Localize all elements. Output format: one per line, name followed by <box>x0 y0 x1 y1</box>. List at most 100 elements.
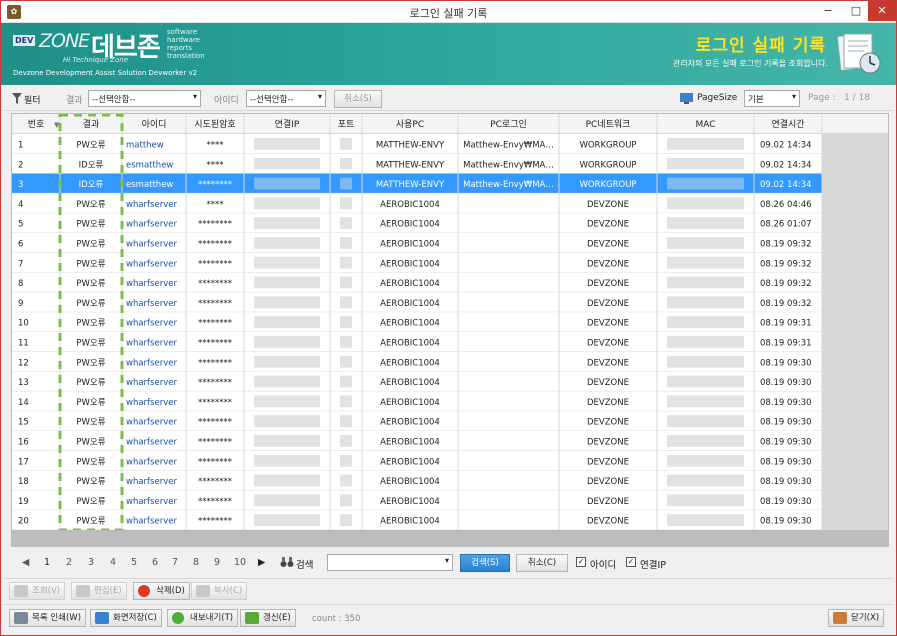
page-link[interactable]: 8 <box>193 557 199 568</box>
column-header[interactable]: PC네트워크 <box>586 119 631 130</box>
print-list-button[interactable]: 목록 인쇄(W) <box>9 609 87 627</box>
page-link[interactable]: 7 <box>172 557 178 568</box>
table-cell: wharfserver <box>126 200 177 210</box>
table-row[interactable]: 4 PW오류 wharfserver **** AEROBIC1004 DEVZONE 08… <box>12 193 889 214</box>
masked-cell <box>667 157 744 170</box>
table-row[interactable]: 15 PW오류 wharfserver ******** AEROBIC1004 DEVZ… <box>12 411 889 432</box>
minimize-button[interactable]: − <box>815 1 841 21</box>
table-row[interactable]: 11 PW오류 wharfserver ******** AEROBIC1004 DEVZ… <box>12 332 889 353</box>
table-cell: PW오류 <box>76 141 105 151</box>
row-filler <box>822 153 888 174</box>
masked-cell <box>667 276 744 289</box>
column-header[interactable]: 아이디 <box>142 119 167 130</box>
query-button[interactable]: 조회(V) <box>9 582 66 600</box>
id-filter-select[interactable]: --선택안함-- ▾ <box>246 90 326 107</box>
column-header[interactable]: 포트 <box>338 120 355 130</box>
table-row[interactable]: 17 PW오류 wharfserver ******** AEROBIC1004 DEVZ… <box>12 450 889 472</box>
table-row[interactable]: 8 PW오류 wharfserver ******** AEROBIC1004 DEVZO… <box>12 272 889 293</box>
row-filler <box>822 292 888 313</box>
page-label: Page : <box>808 93 836 103</box>
column-header[interactable]: PC로그인 <box>490 119 527 130</box>
table-row[interactable]: 7 PW오류 wharfserver ******** AEROBIC1004 DEVZO… <box>12 252 889 274</box>
masked-cell <box>254 197 320 210</box>
table-row[interactable]: 14 PW오류 wharfserver ******** AEROBIC1004 DEVZ… <box>12 391 889 412</box>
copy-button[interactable]: 복사(C) <box>191 582 248 600</box>
search-id-checkbox[interactable]: ✓ <box>576 557 586 567</box>
table-row[interactable]: 6 PW오류 wharfserver ******** AEROBIC1004 DEVZO… <box>12 233 889 254</box>
table-cell: wharfserver <box>126 259 177 269</box>
login-failure-table[interactable]: 번호 결과 아이디 시도된암호 연결IP 포트 사용PC PC로그인 PC네트워크 MAC 연결시간… <box>11 113 889 531</box>
filter-cancel-button[interactable]: 취소(S) <box>334 90 382 108</box>
table-row[interactable]: 12 PW오류 wharfserver ******** AEROBIC1004 DEVZ… <box>12 351 889 373</box>
page-link[interactable]: 3 <box>88 557 94 568</box>
result-filter-select[interactable]: --선택안함-- ▾ <box>88 90 201 107</box>
search-ip-checkbox[interactable]: ✓ <box>626 557 636 567</box>
table-cell: ******** <box>198 457 232 467</box>
pencil-icon <box>76 585 90 597</box>
view-icon <box>14 585 28 597</box>
column-header[interactable]: 시도된암호 <box>194 118 235 130</box>
row-filler <box>822 272 888 293</box>
table-row[interactable]: 19 PW오류 wharfserver ******** AEROBIC1004 DEVZ… <box>12 490 889 511</box>
table-cell: Matthew-Envy₩MA… <box>463 141 554 151</box>
table-row[interactable]: 13 PW오류 wharfserver ******** AEROBIC1004 DEVZ… <box>12 371 889 392</box>
page-link[interactable]: 6 <box>152 557 158 568</box>
column-header[interactable]: 연결IP <box>275 119 300 130</box>
filter-label: 필터 <box>24 96 41 106</box>
table-cell: 08.26 04:46 <box>760 200 812 210</box>
copy-icon <box>196 585 210 597</box>
page-link[interactable]: 2 <box>66 557 72 568</box>
table-cell: ******** <box>198 299 232 309</box>
table-cell: esmatthew <box>126 160 173 170</box>
table-row[interactable]: 5 PW오류 wharfserver ******** AEROBIC1004 DEVZO… <box>12 213 889 234</box>
row-filler <box>822 134 888 154</box>
masked-cell <box>340 138 352 150</box>
close-window-button[interactable]: ✕ <box>868 1 896 21</box>
table-cell: wharfserver <box>126 299 177 309</box>
maximize-button[interactable]: □ <box>843 1 869 21</box>
table-cell: DEVZONE <box>587 240 629 250</box>
column-header[interactable]: 결과 <box>83 119 100 130</box>
table-cell: wharfserver <box>126 339 177 349</box>
table-row[interactable]: 9 PW오류 wharfserver ******** AEROBIC1004 DEVZO… <box>12 292 889 313</box>
page-link[interactable]: 5 <box>131 557 137 568</box>
search-button[interactable]: 검색(S) <box>460 554 510 572</box>
refresh-button[interactable]: 갱신(E) <box>240 609 296 627</box>
export-label: 내보내기(T) <box>190 613 234 623</box>
search-cancel-button[interactable]: 취소(C) <box>516 554 568 572</box>
column-header[interactable]: MAC <box>695 120 715 130</box>
next-page-icon[interactable]: ▶ <box>258 557 265 568</box>
delete-button[interactable]: 삭제(D) <box>133 582 190 600</box>
prev-page-icon[interactable]: ◀ <box>22 557 29 568</box>
row-filler <box>822 332 888 352</box>
page-link[interactable]: 4 <box>110 557 116 568</box>
save-screen-button[interactable]: 화면저장(C) <box>90 609 162 627</box>
column-header[interactable]: 번호 <box>28 119 45 130</box>
pagesize-select[interactable]: 기본 ▾ <box>744 90 800 107</box>
export-button[interactable]: 내보내기(T) <box>167 609 239 627</box>
page-link[interactable]: 9 <box>214 557 220 568</box>
masked-cell <box>340 514 352 526</box>
masked-cell <box>340 237 352 249</box>
pagesize-value: 기본 <box>748 95 764 105</box>
column-header[interactable]: 연결시간 <box>771 119 804 130</box>
table-cell: ******** <box>198 438 232 448</box>
table-row[interactable]: 18 PW오류 wharfserver ******** AEROBIC1004 DEVZ… <box>12 470 889 491</box>
masked-cell <box>340 316 352 328</box>
table-row[interactable]: 1 PW오류 matthew **** MATTHEW-ENVY Matthew-Envy… <box>12 134 889 155</box>
table-row[interactable]: 2 ID오류 esmatthew **** MATTHEW-ENVY Matthew-En… <box>12 153 889 175</box>
search-input[interactable]: ▾ <box>327 554 453 571</box>
table-row[interactable]: 3 ID오류 esmatthew ******** MATTHEW-ENVY Matthe… <box>12 173 889 194</box>
table-cell: DEVZONE <box>587 220 629 230</box>
table-row[interactable]: 16 PW오류 wharfserver ******** AEROBIC1004 DEVZ… <box>12 431 889 452</box>
page-link[interactable]: 1 <box>44 557 50 568</box>
table-row[interactable]: 10 PW오류 wharfserver ******** AEROBIC1004 DEVZ… <box>12 312 889 333</box>
monitor-icon <box>680 93 693 104</box>
table-cell: 08.19 09:30 <box>760 378 812 388</box>
edit-button[interactable]: 편집(E) <box>71 582 127 600</box>
masked-cell <box>254 217 320 229</box>
table-row[interactable]: 20 PW오류 wharfserver ******** AEROBIC1004 DEVZ… <box>12 510 889 530</box>
column-header[interactable]: 사용PC <box>396 119 424 130</box>
page-link[interactable]: 10 <box>234 557 246 568</box>
close-button[interactable]: 닫기(X) <box>828 609 885 627</box>
